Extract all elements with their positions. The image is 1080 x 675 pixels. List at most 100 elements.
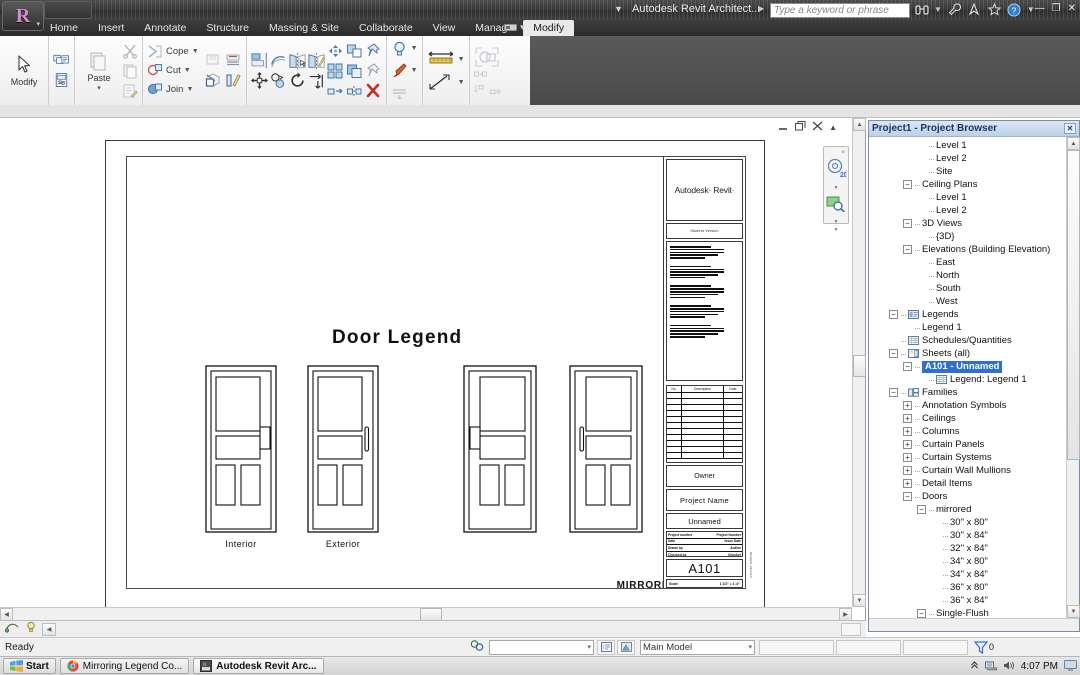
- tree-item-legends[interactable]: − ··· Legends: [869, 308, 1066, 321]
- tree-item-east[interactable]: ··· East: [869, 256, 1066, 269]
- help-dropdown-icon[interactable]: ▼: [1027, 5, 1035, 14]
- tree-item-30-x-80[interactable]: ··· 30" x 80": [869, 516, 1066, 529]
- tree-item-single-flush[interactable]: − ··· Single-Flush: [869, 607, 1066, 618]
- browser-horizontal-scrollbar[interactable]: [869, 618, 1079, 631]
- steering-wheel-2d-icon[interactable]: 2D: [826, 158, 849, 183]
- copy-icon[interactable]: [121, 62, 138, 79]
- collapse-minus-icon[interactable]: −: [917, 609, 926, 618]
- tree-item-detail-items[interactable]: + ··· Detail Items: [869, 477, 1066, 490]
- taskbar-item-chrome[interactable]: Mirroring Legend Co...: [59, 658, 190, 674]
- multi-array-icon[interactable]: [327, 62, 344, 79]
- collapse-minus-icon[interactable]: −: [889, 388, 898, 397]
- tree-item-34-x-80[interactable]: ··· 34" x 80": [869, 555, 1066, 568]
- expand-plus-icon[interactable]: +: [903, 414, 912, 423]
- chevron-down-icon[interactable]: ▼: [458, 56, 465, 63]
- tree-item-curtain-systems[interactable]: + ··· Curtain Systems: [869, 451, 1066, 464]
- network-icon[interactable]: [984, 660, 997, 674]
- tree-item-legend-1[interactable]: ··· Legend 1: [869, 321, 1066, 334]
- collapse-minus-icon[interactable]: −: [889, 310, 898, 319]
- expand-plus-icon[interactable]: +: [903, 440, 912, 449]
- chevron-down-icon[interactable]: ▼: [458, 79, 465, 86]
- cope-button[interactable]: Cope ▼: [147, 44, 199, 59]
- join-button[interactable]: Join ▼: [147, 82, 199, 97]
- help-icon[interactable]: ?: [1007, 2, 1022, 17]
- tree-item-columns[interactable]: + ··· Columns: [869, 425, 1066, 438]
- navbar-more-icon[interactable]: ▼: [834, 227, 839, 233]
- collapse-minus-icon[interactable]: −: [903, 245, 912, 254]
- view-control-cell[interactable]: [841, 622, 861, 636]
- chevron-down-icon[interactable]: ▼: [186, 86, 193, 93]
- tree-item-32-x-84[interactable]: ··· 32" x 84": [869, 542, 1066, 555]
- view-collapse-icon[interactable]: ▲: [829, 123, 837, 132]
- tree-item-3d-views[interactable]: − ··· 3D Views: [869, 217, 1066, 230]
- tree-item-ceilings[interactable]: + ··· Ceilings: [869, 412, 1066, 425]
- volume-icon[interactable]: [1003, 660, 1015, 674]
- cut-button[interactable]: Cut ▼: [147, 63, 199, 78]
- favorites-star-icon[interactable]: [987, 2, 1002, 17]
- view-restore-icon[interactable]: [795, 121, 806, 133]
- modify-button[interactable]: Modify: [4, 54, 44, 87]
- chevron-down-icon[interactable]: ▾: [587, 643, 591, 651]
- tree-item-30-x-84[interactable]: ··· 30" x 84": [869, 529, 1066, 542]
- door-exterior[interactable]: Exterior: [307, 365, 379, 549]
- delete-icon[interactable]: [365, 82, 382, 99]
- type-properties-icon[interactable]: [53, 72, 70, 89]
- tree-item-doors[interactable]: − ··· Doors: [869, 490, 1066, 503]
- chevron-down-icon[interactable]: ▼: [411, 45, 418, 52]
- navbar-wheel-caret-icon[interactable]: ▼: [834, 185, 839, 191]
- measure-along-element-icon[interactable]: [427, 73, 455, 91]
- door-mirrored-exterior[interactable]: [561, 365, 643, 533]
- tree-item-site[interactable]: ··· Site: [869, 165, 1066, 178]
- paste-button[interactable]: Paste ▾: [79, 50, 119, 92]
- canvas-vertical-scrollbar[interactable]: ▲ ▼: [852, 118, 866, 607]
- tree-item-south[interactable]: ··· South: [869, 282, 1066, 295]
- chevron-down-icon[interactable]: ▼: [192, 48, 199, 55]
- tree-item-schedules-quantities[interactable]: ··· Schedules/Quantities: [869, 334, 1066, 347]
- mirror-pick-axis-icon[interactable]: [289, 52, 306, 69]
- ribbon-tab-modify[interactable]: Modify: [523, 20, 575, 36]
- project-browser-tree-container[interactable]: ··· Level 1 ··· Level 2 ··· Site − ··· Ceiling P…: [869, 137, 1079, 618]
- trim-extend-icon[interactable]: [308, 72, 325, 89]
- mirror-draw-axis-icon[interactable]: [308, 52, 325, 69]
- tree-item-3d[interactable]: ··· {3D}: [869, 230, 1066, 243]
- scroll-down-button[interactable]: ▼: [853, 594, 866, 607]
- tree-item-level-2[interactable]: ··· Level 2: [869, 204, 1066, 217]
- model-site-icon[interactable]: [617, 639, 635, 655]
- navigation-bar[interactable]: × 2D ▼ ▼ ▼: [823, 146, 849, 233]
- show-desktop-icon[interactable]: [1064, 659, 1077, 674]
- start-button[interactable]: Start: [3, 658, 56, 674]
- array-icon[interactable]: [327, 42, 344, 59]
- chevron-down-icon[interactable]: ▼: [411, 67, 418, 74]
- ribbon-tab-collaborate[interactable]: Collaborate: [349, 20, 423, 36]
- door-mirrored-interior[interactable]: [455, 365, 537, 533]
- door-interior[interactable]: Interior: [205, 365, 277, 549]
- canvas-vscroll-thumb[interactable]: [853, 355, 866, 377]
- view-scale-icon[interactable]: [4, 620, 20, 638]
- tree-item-level-1[interactable]: ··· Level 1: [869, 139, 1066, 152]
- move-icon[interactable]: [250, 72, 268, 89]
- tree-item-annotation-symbols[interactable]: + ··· Annotation Symbols: [869, 399, 1066, 412]
- title-dropdown-icon[interactable]: ▶: [758, 4, 764, 13]
- search-binoculars-icon[interactable]: [914, 2, 929, 17]
- tree-item-level-2[interactable]: ··· Level 2: [869, 152, 1066, 165]
- rotate-icon[interactable]: [289, 72, 306, 89]
- chevron-down-icon[interactable]: ▾: [748, 643, 752, 651]
- maximize-button[interactable]: ❐: [1052, 3, 1061, 14]
- collapse-minus-icon[interactable]: −: [903, 180, 912, 189]
- expand-plus-icon[interactable]: +: [903, 427, 912, 436]
- split-element-icon[interactable]: [327, 82, 344, 99]
- tree-item-sheets-all[interactable]: − ··· Sheets (all): [869, 347, 1066, 360]
- ribbon-display-options[interactable]: ▾: [504, 22, 525, 33]
- collapse-minus-icon[interactable]: −: [903, 362, 912, 371]
- tree-item-a101-unnamed[interactable]: − ··· A101 - Unnamed: [869, 360, 1066, 373]
- wrench-icon[interactable]: [947, 2, 962, 17]
- match-type-icon[interactable]: [121, 82, 138, 99]
- ribbon-tab-view[interactable]: View: [423, 20, 466, 36]
- collapse-minus-icon[interactable]: −: [903, 219, 912, 228]
- browser-vertical-scrollbar[interactable]: ▲ ▼: [1066, 137, 1080, 618]
- properties-palette-icon[interactable]: [53, 52, 70, 69]
- paint-icon[interactable]: [205, 52, 222, 69]
- ribbon-tab-home[interactable]: Home: [40, 20, 88, 36]
- search-dropdown-icon[interactable]: ▼: [934, 5, 942, 14]
- expand-plus-icon[interactable]: +: [903, 401, 912, 410]
